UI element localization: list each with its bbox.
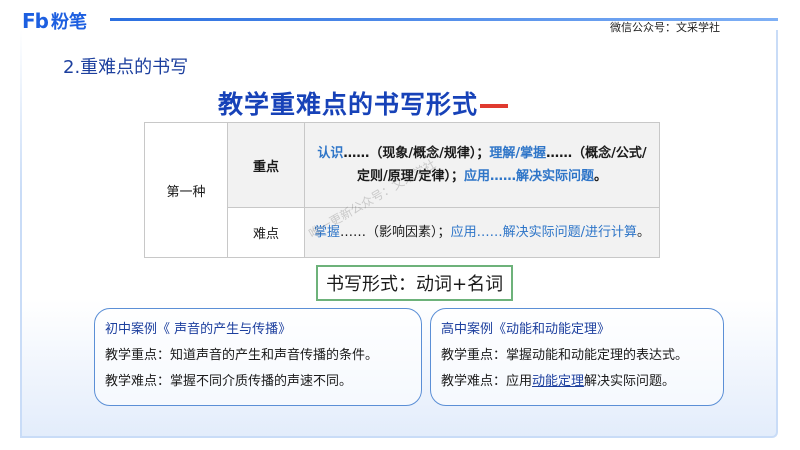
row-content-key: 认识……（现象/概念/规律）；理解/掌握……（概念/公式/定则/原理/定律）；应…: [304, 122, 660, 208]
fenbi-logo: Fb 粉笔: [22, 8, 87, 34]
difficulty-text-pre: 应用: [506, 374, 533, 389]
junior-case-card: 初中案例《 声音的产生与传播》 教学重点：知道声音的产生和声音传播的条件。 教学…: [94, 308, 422, 406]
difficulty-label: 教学难点：: [441, 374, 507, 389]
row-type-difficulty: 难点: [227, 207, 305, 258]
difficulty-label: 教学难点：: [105, 374, 171, 389]
content-segment: 应用……解决实际问题/进行计算: [450, 225, 637, 240]
difficulty-text-post: 解决实际问题。: [584, 374, 676, 389]
content-segment: 理解/掌握: [489, 146, 547, 161]
content-segment: 应用……解决实际问题: [463, 169, 594, 184]
case-key-point: 教学重点：知道声音的产生和声音传播的条件。: [105, 343, 411, 369]
underlined-term: 动能定理: [532, 374, 585, 389]
main-title-text: 教学重难点的书写形式: [218, 90, 479, 119]
senior-case-card: 高中案例《动能和动能定理》 教学重点：掌握动能和动能定理的表达式。 教学难点：应…: [430, 308, 724, 406]
case-title: 高中案例《动能和动能定理》: [441, 322, 611, 337]
content-segment: ……（影响因素）；: [340, 225, 451, 240]
logo-mark: Fb: [22, 9, 49, 33]
section-title: 2.重难点的书写: [63, 57, 189, 78]
logo-text: 粉笔: [50, 12, 87, 33]
method-label: 第一种: [144, 122, 228, 258]
content-segment: 。: [594, 169, 608, 184]
case-difficult-point: 教学难点：掌握不同介质传播的声速不同。: [105, 369, 411, 395]
key-text: 知道声音的产生和声音传播的条件。: [170, 348, 379, 363]
key-label: 教学重点：: [441, 348, 507, 363]
slide-frame-left-edge: [20, 30, 22, 438]
row-type-key: 重点: [227, 122, 305, 208]
content-segment: ……（现象/概念/规律）；: [343, 146, 490, 161]
case-key-point: 教学重点：掌握动能和动能定理的表达式。: [441, 343, 713, 369]
title-accent-dash: [480, 104, 509, 108]
content-segment: 认识: [317, 146, 344, 161]
key-text: 掌握动能和动能定理的表达式。: [506, 348, 689, 363]
content-segment: 。: [636, 225, 650, 240]
wechat-account-label: 微信公众号：文采学社: [610, 21, 720, 34]
main-title: 教学重难点的书写形式: [218, 85, 509, 121]
table-row: 第一种 重点 认识……（现象/概念/规律）；理解/掌握……（概念/公式/定则/原…: [144, 122, 660, 258]
difficulty-text: 掌握不同介质传播的声速不同。: [170, 374, 353, 389]
key-label: 教学重点：: [105, 348, 171, 363]
case-difficult-point: 教学难点：应用动能定理解决实际问题。: [441, 369, 713, 395]
case-title: 初中案例《 声音的产生与传播》: [105, 322, 292, 337]
writing-form-box: 书写形式：动词+名词: [316, 265, 514, 301]
